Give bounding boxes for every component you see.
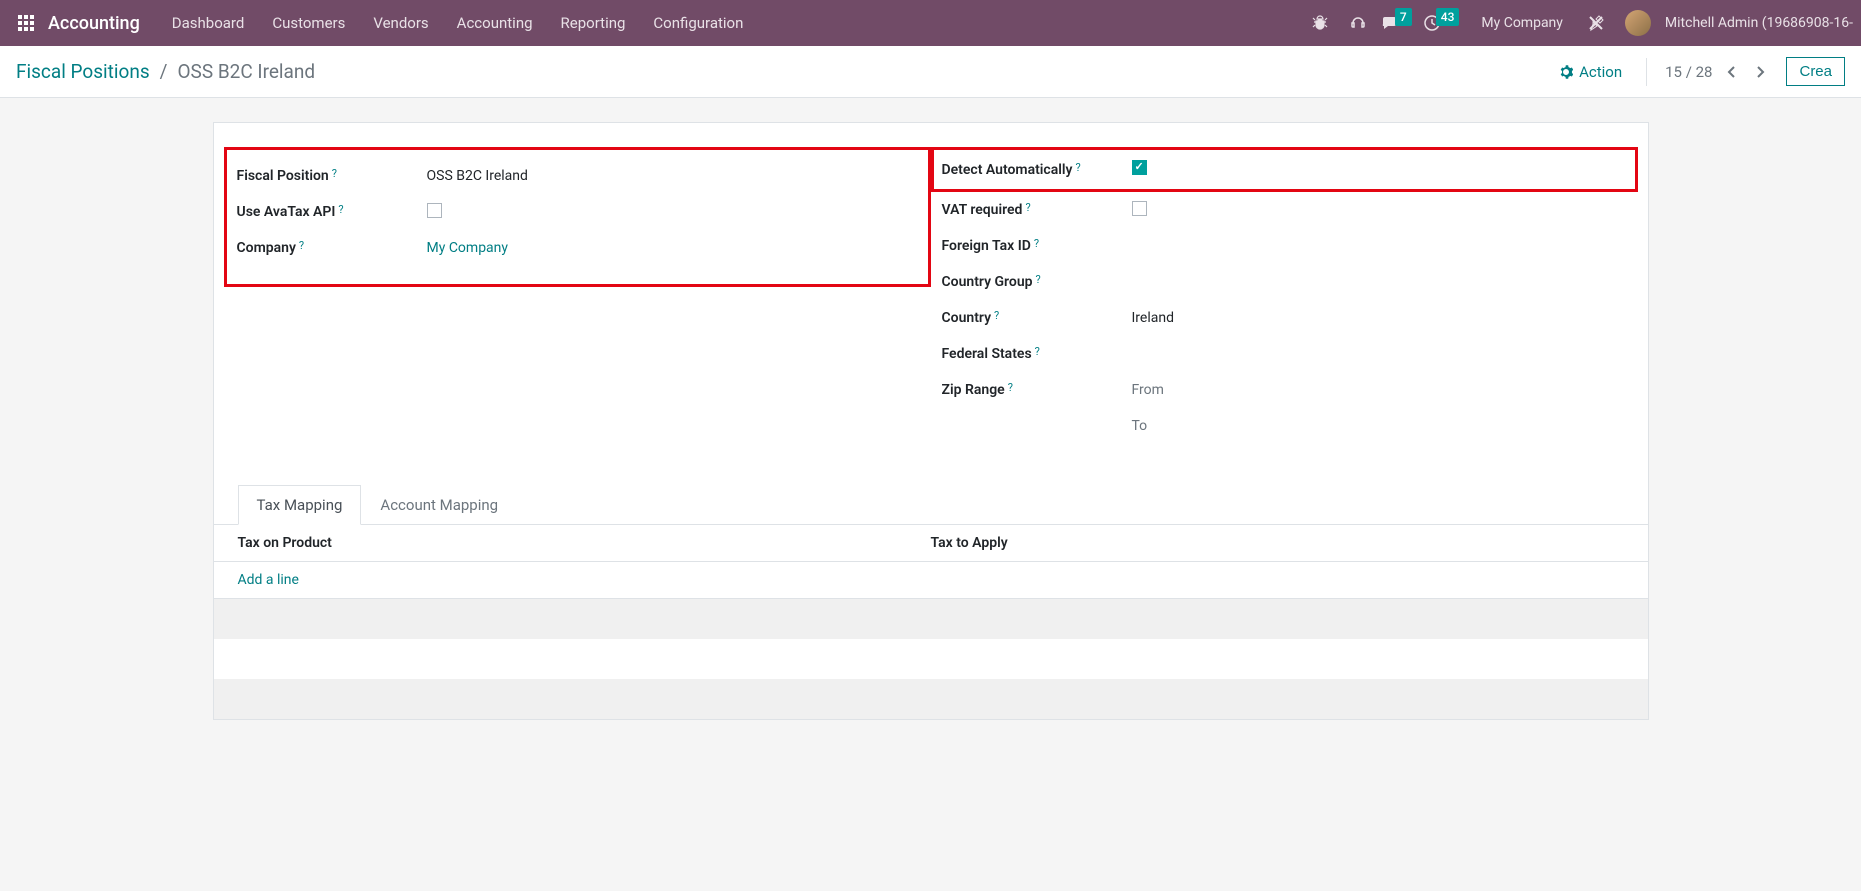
highlight-box-right: Detect Automatically ? xyxy=(931,147,1638,192)
federal-states-label: Federal States xyxy=(942,346,1032,362)
divider xyxy=(1646,58,1647,86)
user-menu[interactable]: Mitchell Admin (19686908-16- xyxy=(1665,15,1853,31)
help-icon[interactable]: ? xyxy=(1025,201,1030,214)
table-row-empty xyxy=(214,679,1648,719)
zip-to-input[interactable]: To xyxy=(1132,412,1148,440)
use-avatax-label: Use AvaTax API xyxy=(237,204,336,220)
highlight-box-left: Fiscal Position ? OSS B2C Ireland Use Av… xyxy=(224,147,931,287)
fiscal-position-value[interactable]: OSS B2C Ireland xyxy=(427,162,528,190)
menu-accounting[interactable]: Accounting xyxy=(443,0,547,46)
field-zip-range-to: To xyxy=(942,408,1627,444)
col-tax-to-apply: Tax to Apply xyxy=(931,535,1624,551)
help-icon[interactable]: ? xyxy=(1036,273,1041,286)
pager-prev-button[interactable] xyxy=(1718,58,1746,86)
breadcrumb-current: OSS B2C Ireland xyxy=(177,60,315,83)
action-button[interactable]: Action xyxy=(1547,63,1634,81)
tab-account-mapping[interactable]: Account Mapping xyxy=(361,485,517,525)
messages-badge: 7 xyxy=(1395,8,1412,26)
help-icon[interactable]: ? xyxy=(338,203,343,216)
tab-tax-mapping[interactable]: Tax Mapping xyxy=(238,485,362,525)
help-icon[interactable]: ? xyxy=(994,309,999,322)
company-value[interactable]: My Company xyxy=(427,234,509,262)
add-line-button[interactable]: Add a line xyxy=(214,561,1648,599)
country-label: Country xyxy=(942,310,992,326)
apps-grid-icon[interactable] xyxy=(8,0,44,46)
table-row-empty xyxy=(214,639,1648,679)
country-group-label: Country Group xyxy=(942,274,1033,290)
help-icon[interactable]: ? xyxy=(1034,237,1039,250)
bug-icon[interactable] xyxy=(1305,0,1335,46)
action-label: Action xyxy=(1579,63,1622,81)
zip-from-input[interactable]: From xyxy=(1132,376,1164,404)
country-value[interactable]: Ireland xyxy=(1132,304,1175,332)
field-fiscal-position: Fiscal Position ? OSS B2C Ireland xyxy=(237,158,918,194)
company-label: Company xyxy=(237,240,296,256)
activities-badge: 43 xyxy=(1436,8,1460,26)
chevron-left-icon xyxy=(1727,65,1737,79)
menu-configuration[interactable]: Configuration xyxy=(639,0,757,46)
menu-customers[interactable]: Customers xyxy=(258,0,359,46)
tabs: Tax Mapping Account Mapping xyxy=(214,484,1648,525)
help-icon[interactable]: ? xyxy=(1008,381,1013,394)
activities-icon[interactable]: 43 xyxy=(1424,0,1464,46)
help-icon[interactable]: ? xyxy=(299,239,304,252)
form-sheet: Fiscal Position ? OSS B2C Ireland Use Av… xyxy=(213,122,1649,720)
help-icon[interactable]: ? xyxy=(1035,345,1040,358)
help-icon[interactable]: ? xyxy=(332,167,337,180)
breadcrumb-separator: / xyxy=(160,60,168,83)
fiscal-position-label: Fiscal Position xyxy=(237,168,329,184)
detect-auto-label: Detect Automatically xyxy=(942,162,1073,178)
detect-auto-checkbox[interactable] xyxy=(1132,160,1147,175)
zip-range-label: Zip Range xyxy=(942,382,1005,398)
pager-position[interactable]: 15 / 28 xyxy=(1659,63,1718,81)
field-country: Country ? Ireland xyxy=(942,300,1627,336)
gear-icon xyxy=(1559,65,1573,79)
vat-required-checkbox[interactable] xyxy=(1132,201,1147,216)
field-federal-states: Federal States ? xyxy=(942,336,1627,372)
table-row-empty xyxy=(214,599,1648,639)
company-selector[interactable]: My Company xyxy=(1471,15,1573,31)
foreign-tax-label: Foreign Tax ID xyxy=(942,238,1031,254)
field-zip-range: Zip Range ? From xyxy=(942,372,1627,408)
breadcrumb: Fiscal Positions / OSS B2C Ireland xyxy=(16,60,315,83)
col-tax-on-product: Tax on Product xyxy=(238,535,931,551)
top-navbar: Accounting Dashboard Customers Vendors A… xyxy=(0,0,1861,46)
field-company: Company ? My Company xyxy=(237,230,918,266)
field-foreign-tax: Foreign Tax ID ? xyxy=(942,228,1627,264)
tools-icon[interactable] xyxy=(1581,0,1611,46)
field-vat-required: VAT required ? xyxy=(942,192,1627,228)
avatar[interactable] xyxy=(1625,10,1651,36)
table-header: Tax on Product Tax to Apply xyxy=(214,525,1648,561)
pager-next-button[interactable] xyxy=(1746,58,1774,86)
use-avatax-checkbox[interactable] xyxy=(427,203,442,218)
messages-icon[interactable]: 7 xyxy=(1381,0,1416,46)
field-use-avatax: Use AvaTax API ? xyxy=(237,194,918,230)
app-name[interactable]: Accounting xyxy=(48,13,140,34)
control-panel: Fiscal Positions / OSS B2C Ireland Actio… xyxy=(0,46,1861,98)
help-icon[interactable]: ? xyxy=(1075,161,1080,174)
create-button[interactable]: Crea xyxy=(1786,57,1845,86)
tax-mapping-table: Tax on Product Tax to Apply Add a line xyxy=(214,525,1648,719)
support-icon[interactable] xyxy=(1343,0,1373,46)
chevron-right-icon xyxy=(1755,65,1765,79)
vat-required-label: VAT required xyxy=(942,202,1023,218)
breadcrumb-root[interactable]: Fiscal Positions xyxy=(16,60,150,83)
menu-dashboard[interactable]: Dashboard xyxy=(158,0,259,46)
main-menu: Dashboard Customers Vendors Accounting R… xyxy=(158,0,758,46)
topbar-right: 7 43 My Company Mitchell Admin (19686908… xyxy=(1305,0,1853,46)
menu-vendors[interactable]: Vendors xyxy=(359,0,442,46)
menu-reporting[interactable]: Reporting xyxy=(547,0,640,46)
field-country-group: Country Group ? xyxy=(942,264,1627,300)
